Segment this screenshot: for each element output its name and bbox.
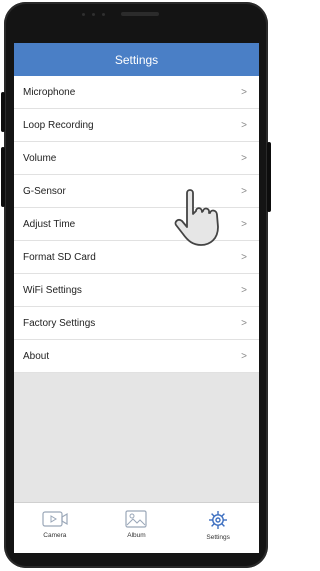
settings-item-volume[interactable]: Volume > [14, 142, 259, 175]
settings-item-about[interactable]: About > [14, 340, 259, 373]
tab-label: Camera [43, 532, 67, 539]
chevron-right-icon: > [241, 152, 247, 164]
tab-label: Settings [206, 534, 230, 541]
bottom-tab-bar: Camera Album Settings [14, 502, 259, 553]
side-button [1, 92, 5, 132]
settings-item-label: Volume [23, 152, 57, 164]
album-icon [125, 510, 148, 528]
sensor-dot [102, 13, 105, 16]
chevron-right-icon: > [241, 350, 247, 362]
settings-item-label: Loop Recording [23, 119, 94, 131]
chevron-right-icon: > [241, 251, 247, 263]
settings-item-label: Microphone [23, 86, 76, 98]
page-title: Settings [114, 52, 159, 67]
camera-icon [42, 511, 68, 527]
settings-item-label: Adjust Time [23, 218, 76, 230]
settings-item-microphone[interactable]: Microphone > [14, 76, 259, 109]
settings-item-label: Factory Settings [23, 317, 96, 329]
speaker-grille [121, 12, 159, 16]
settings-item-label: WiFi Settings [23, 284, 82, 296]
side-button [1, 147, 5, 207]
chevron-right-icon: > [241, 185, 247, 197]
side-button [267, 142, 271, 212]
tab-settings[interactable]: Settings [183, 503, 253, 541]
settings-item-loop-recording[interactable]: Loop Recording > [14, 109, 259, 142]
settings-item-label: Format SD Card [23, 251, 96, 263]
tab-camera[interactable]: Camera [20, 503, 90, 539]
settings-item-wifi-settings[interactable]: WiFi Settings > [14, 274, 259, 307]
pointing-hand-icon [174, 189, 219, 246]
app-header: Settings [14, 43, 259, 76]
phone-frame: Settings Microphone > Loop Recording > V… [1, 2, 271, 568]
chevron-right-icon: > [241, 86, 247, 98]
screen: Settings Microphone > Loop Recording > V… [14, 43, 259, 553]
chevron-right-icon: > [241, 284, 247, 296]
chevron-right-icon: > [241, 218, 247, 230]
sensor-dot [92, 13, 95, 16]
chevron-right-icon: > [241, 119, 247, 131]
tab-album[interactable]: Album [101, 503, 171, 539]
chevron-right-icon: > [241, 317, 247, 329]
settings-item-factory-settings[interactable]: Factory Settings > [14, 307, 259, 340]
settings-item-label: G-Sensor [23, 185, 66, 197]
gear-icon [209, 511, 228, 529]
tab-label: Album [127, 532, 146, 539]
settings-item-label: About [23, 350, 50, 362]
sensor-dot [82, 13, 85, 16]
